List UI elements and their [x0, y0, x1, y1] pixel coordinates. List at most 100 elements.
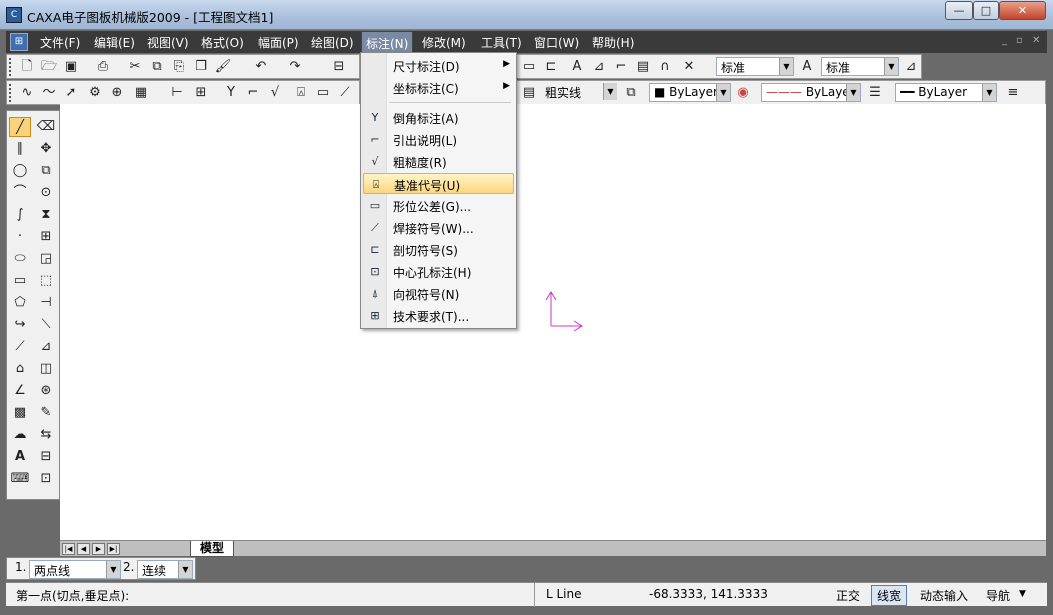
- redo-icon[interactable]: ↷: [285, 57, 305, 77]
- cut-icon[interactable]: ✂: [125, 57, 145, 77]
- copy-icon[interactable]: ⧉: [147, 57, 167, 77]
- cloud-tool-icon[interactable]: ☁: [9, 425, 31, 445]
- menu-help[interactable]: 帮助(H): [592, 34, 634, 51]
- polygon-tool-icon[interactable]: ⬠: [9, 293, 31, 313]
- layer-manager-icon[interactable]: ⧉: [621, 83, 641, 103]
- arrow-icon[interactable]: ➚: [61, 83, 81, 103]
- menu-item-datum[interactable]: ⍓ 基准代号(U): [363, 173, 514, 194]
- chevron-down-icon[interactable]: ▼: [106, 561, 120, 578]
- circle-tool-icon[interactable]: ◯: [9, 161, 31, 181]
- roughness-icon[interactable]: √: [265, 83, 285, 103]
- menu-edit[interactable]: 编辑(E): [94, 34, 135, 51]
- explode-tool-icon[interactable]: ⊛: [35, 381, 57, 401]
- line-mode-select[interactable]: 两点线 ▼: [29, 560, 121, 579]
- color-wheel-icon[interactable]: ◉: [733, 83, 753, 103]
- wave-line-icon[interactable]: 〜: [39, 83, 59, 103]
- first-tab-icon[interactable]: |◀: [62, 543, 75, 555]
- navigation-toggle[interactable]: 导航: [986, 587, 1010, 604]
- close-button[interactable]: ✕: [999, 1, 1046, 20]
- lineweight-toggle[interactable]: 线宽: [871, 585, 908, 606]
- menu-item-leader[interactable]: ⌐ 引出说明(L): [363, 129, 514, 150]
- new-file-icon[interactable]: 🗋: [17, 57, 37, 77]
- menu-format[interactable]: 格式(O): [201, 34, 244, 51]
- linetype-name-select[interactable]: 粗实线 ▼: [541, 83, 617, 102]
- tolerance-icon[interactable]: ▭: [313, 83, 333, 103]
- chevron-down-icon[interactable]: ▼: [884, 58, 898, 75]
- table-style-icon[interactable]: ▤: [633, 57, 653, 77]
- chevron-down-icon[interactable]: ▼: [603, 83, 617, 100]
- gear-icon[interactable]: ⚙: [85, 83, 105, 103]
- toolbar-grip[interactable]: [9, 58, 12, 76]
- chevron-down-icon[interactable]: ▼: [716, 84, 730, 101]
- arc-tool-icon[interactable]: ⌒: [9, 183, 31, 203]
- menu-modify[interactable]: 修改(M): [422, 34, 466, 51]
- dimension-icon[interactable]: ⊢: [167, 83, 187, 103]
- menu-window[interactable]: 窗口(W): [534, 34, 579, 51]
- menu-view[interactable]: 视图(V): [147, 34, 189, 51]
- properties-icon[interactable]: ⊟: [329, 57, 349, 77]
- lineweight-manager-icon[interactable]: ≡: [1003, 83, 1023, 103]
- menu-item-dimension[interactable]: 尺寸标注(D) ▶: [363, 55, 514, 76]
- ortho-toggle[interactable]: 正交: [836, 587, 860, 604]
- lineweight-select[interactable]: ━━ ByLayer ▼: [895, 83, 997, 102]
- chamfer-dim-icon[interactable]: Y: [221, 83, 241, 103]
- offset-tool-icon[interactable]: ⇆: [35, 425, 57, 445]
- trim-tool-icon[interactable]: ⬚: [35, 271, 57, 291]
- document-menu-icon[interactable]: ⊞: [10, 33, 28, 51]
- magnet-icon[interactable]: ∩: [655, 57, 675, 77]
- scale-tool-icon[interactable]: ◲: [35, 249, 57, 269]
- prev-tab-icon[interactable]: ◀: [77, 543, 90, 555]
- text-style-icon[interactable]: A: [567, 57, 587, 77]
- centerline-tool-icon[interactable]: ⟋: [9, 337, 31, 357]
- continuous-select[interactable]: 连续 ▼: [137, 560, 193, 579]
- leader-icon[interactable]: ⌐: [243, 83, 263, 103]
- datum-icon[interactable]: ⍓: [291, 83, 311, 103]
- menu-item-tech-requirement[interactable]: ⊞ 技术要求(T)...: [363, 305, 514, 326]
- style-manager-icon[interactable]: ⊿: [901, 57, 921, 77]
- menu-item-chamfer[interactable]: Y 倒角标注(A): [363, 107, 514, 128]
- layer-icon[interactable]: ▤: [519, 83, 539, 103]
- move-tool-icon[interactable]: ✥: [35, 139, 57, 159]
- text-style-select[interactable]: 标准 ▼: [716, 57, 794, 76]
- weld-icon[interactable]: ⟋: [335, 83, 355, 103]
- hatch-tool-icon[interactable]: ⌂: [9, 359, 31, 379]
- undo-icon[interactable]: ↶: [251, 57, 271, 77]
- snap-icon[interactable]: ✕: [679, 57, 699, 77]
- block-icon[interactable]: ▦: [131, 83, 151, 103]
- parallel-line-icon[interactable]: ∥: [9, 139, 31, 159]
- menu-draw[interactable]: 绘图(D): [311, 34, 354, 51]
- menu-file[interactable]: 文件(F): [40, 34, 80, 51]
- coordinate-dim-icon[interactable]: ⊞: [191, 83, 211, 103]
- rectangle-tool-icon[interactable]: ▭: [9, 271, 31, 291]
- menu-tools[interactable]: 工具(T): [481, 34, 522, 51]
- mdi-close-button[interactable]: ✕: [1032, 35, 1040, 46]
- minimize-button[interactable]: —: [945, 1, 973, 20]
- menu-item-coordinate-dim[interactable]: 坐标标注(C) ▶: [363, 77, 514, 98]
- line-tool-icon[interactable]: ╱: [9, 117, 31, 137]
- linetype-manager-icon[interactable]: ☰: [865, 83, 885, 103]
- menu-item-roughness[interactable]: √ 粗糙度(R): [363, 151, 514, 172]
- menu-item-view-direction[interactable]: ⍋ 向视符号(N): [363, 283, 514, 304]
- caxa-app-icon[interactable]: C: [6, 7, 22, 23]
- save-icon[interactable]: ▣: [61, 57, 81, 77]
- array-tool-icon[interactable]: ⊞: [35, 227, 57, 247]
- open-file-icon[interactable]: 🗁: [39, 57, 59, 77]
- format-brush-icon[interactable]: 🖌: [213, 57, 233, 77]
- ellipse-tool-icon[interactable]: ⬭: [9, 249, 31, 269]
- measure-icon[interactable]: ⊏: [541, 57, 561, 77]
- linetype-select[interactable]: ——— ByLayer ▼: [761, 83, 861, 102]
- spline-icon[interactable]: ∿: [17, 83, 37, 103]
- point-tool-icon[interactable]: ·: [9, 227, 31, 247]
- drawing-canvas[interactable]: [60, 104, 1046, 540]
- mdi-minimize-button[interactable]: _: [1002, 35, 1007, 46]
- chevron-down-icon[interactable]: ▼: [982, 84, 996, 101]
- polyline-tool-icon[interactable]: ↪: [9, 315, 31, 335]
- paste-special-icon[interactable]: ❐: [191, 57, 211, 77]
- toolbar-grip[interactable]: [9, 84, 12, 102]
- chevron-down-icon[interactable]: ▼: [178, 561, 192, 578]
- rotate-tool-icon[interactable]: ⊙: [35, 183, 57, 203]
- text-tool-icon[interactable]: A: [9, 447, 31, 467]
- edit-tool-icon[interactable]: ✎: [35, 403, 57, 423]
- dynamic-input-toggle[interactable]: 动态输入: [920, 587, 968, 604]
- menu-item-center-hole[interactable]: ⊡ 中心孔标注(H): [363, 261, 514, 282]
